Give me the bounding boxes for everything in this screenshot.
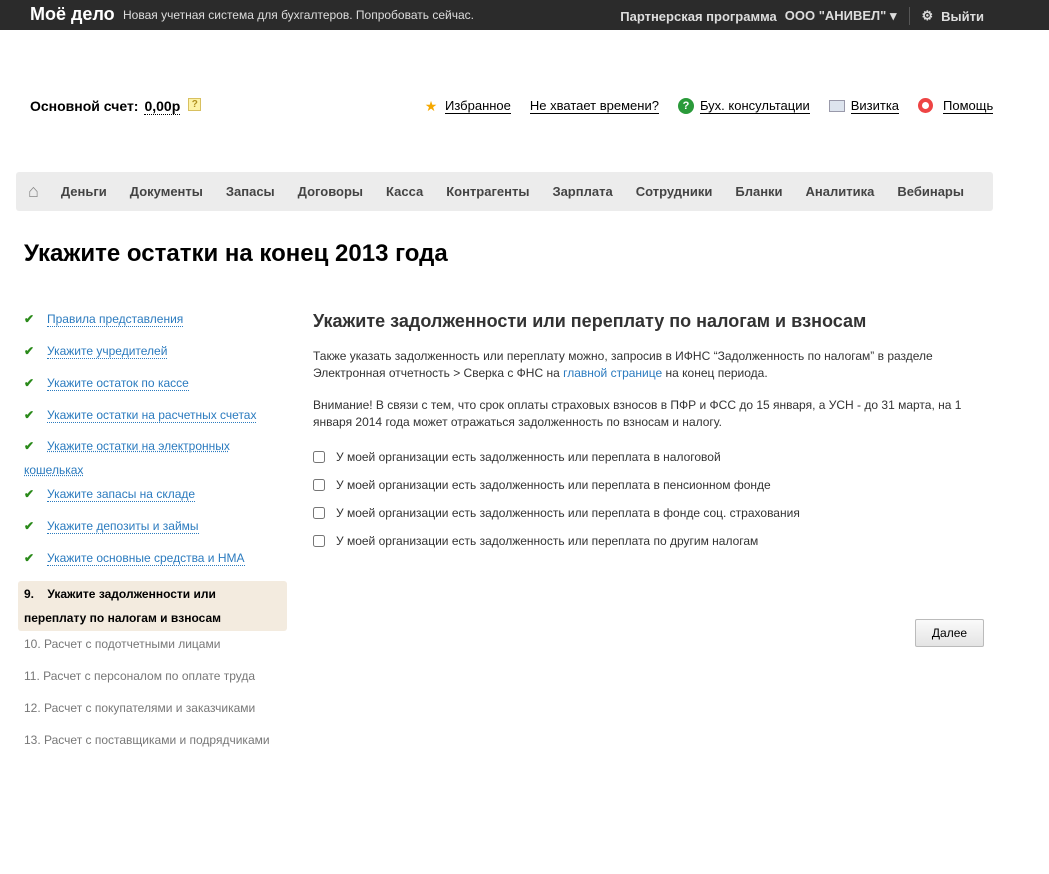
step-link[interactable]: Укажите остаток по кассе [47,376,189,391]
check-icon: ✔ [24,487,35,501]
step-link[interactable]: Укажите остатки на расчетных счетах [47,408,257,423]
info-text: на конец периода. [662,366,768,380]
nav-money[interactable]: Деньги [61,184,107,199]
consultations-link[interactable]: Бух. консультации [699,98,810,114]
business-card-link[interactable]: Визитка [850,98,900,114]
partner-program-link[interactable]: Партнерская программа [620,9,777,24]
pending-step: 11. Расчет с персоналом по оплате труда [24,669,256,683]
check-icon: ✔ [24,519,35,533]
gear-icon: ⚙ [921,8,934,23]
lifebuoy-icon [918,98,934,113]
nav-forms[interactable]: Бланки [735,184,782,199]
account-label: Основной счет: [30,98,139,114]
checkbox-label: У моей организации есть задолженность ил… [336,506,800,520]
business-card-icon [828,100,845,112]
main-page-link[interactable]: главной странице [563,366,662,380]
check-icon: ✔ [24,439,35,453]
step-link[interactable]: Укажите запасы на складе [47,487,196,502]
divider [908,7,910,25]
nav-contracts[interactable]: Договоры [298,184,363,199]
account-balance: Основной счет: 0,00р? [30,98,202,115]
checkbox[interactable] [313,451,325,463]
checkbox[interactable] [313,479,325,491]
step-label: Укажите задолженности или переплату по н… [24,587,222,625]
logout-button[interactable]: Выйти [941,9,984,24]
nav-documents[interactable]: Документы [130,184,203,199]
section-heading: Укажите задолженности или переплату по н… [313,311,867,331]
help-icon[interactable]: ? [188,98,202,111]
main-nav: ⌂ Деньги Документы Запасы Договоры Касса… [16,172,993,211]
check-icon: ✔ [24,376,35,390]
org-selector[interactable]: ООО "АНИВЕЛ" ▾ [785,8,897,24]
pending-step: 13. Расчет с поставщиками и подрядчиками [24,733,270,747]
checkbox-label: У моей организации есть задолженность ил… [336,478,771,492]
main-content: Укажите задолженности или переплату по н… [313,311,993,558]
home-icon[interactable]: ⌂ [28,181,39,202]
chevron-down-icon: ▾ [889,8,897,23]
check-icon: ✔ [24,312,35,326]
warning-paragraph: Внимание! В связи с тем, что срок оплаты… [313,398,962,429]
account-value[interactable]: 0,00р [144,98,181,115]
no-time-link[interactable]: Не хватает времени? [529,98,659,114]
step-link[interactable]: Правила представления [47,312,184,327]
check-icon: ✔ [24,408,35,422]
favorites-link[interactable]: Избранное [445,98,511,114]
help-link[interactable]: Помощь [943,98,994,114]
checkbox-other[interactable]: У моей организации есть задолженность ил… [313,524,993,558]
promo-link[interactable]: Новая учетная система для бухгалтеров. П… [123,8,474,22]
pending-step: 10. Расчет с подотчетными лицами [24,637,221,651]
question-bubble-icon: ? [677,98,694,114]
checkbox-label: У моей организации есть задолженность ил… [336,534,759,548]
nav-counterparties[interactable]: Контрагенты [446,184,529,199]
steps-list: ✔ Правила представления ✔ Укажите учредите… [18,312,287,765]
nav-cash[interactable]: Касса [386,184,423,199]
check-icon: ✔ [24,344,35,358]
page-title: Укажите остатки на конец 2013 года [24,240,448,267]
check-icon: ✔ [24,551,35,565]
nav-salary[interactable]: Зарплата [552,184,612,199]
checkbox[interactable] [313,507,325,519]
header-links: ★ Избранное Не хватает времени? ? Бух. кон… [423,98,994,114]
step-link[interactable]: Укажите учредителей [47,344,168,359]
nav-stock[interactable]: Запасы [226,184,275,199]
checkbox-label: У моей организации есть задолженность ил… [336,450,721,464]
step-link[interactable]: Укажите остатки на электронных кошельках [24,439,230,477]
star-icon: ★ [424,98,438,114]
checkbox[interactable] [313,535,325,547]
info-paragraph: Также указать задолженность или переплат… [313,348,993,382]
nav-employees[interactable]: Сотрудники [636,184,713,199]
top-bar: Моё дело Новая учетная система для бухга… [0,0,1049,30]
next-button[interactable]: Далее [915,619,984,647]
pending-step: 12. Расчет с покупателями и заказчиками [24,701,256,715]
org-name: ООО "АНИВЕЛ" [784,8,887,23]
step-link[interactable]: Укажите депозиты и займы [47,519,199,534]
nav-analytics[interactable]: Аналитика [806,184,875,199]
step-number: 9. [24,587,35,601]
nav-webinars[interactable]: Вебинары [897,184,964,199]
logo[interactable]: Моё дело [30,4,115,25]
step-link[interactable]: Укажите основные средства и НМА [47,551,245,566]
